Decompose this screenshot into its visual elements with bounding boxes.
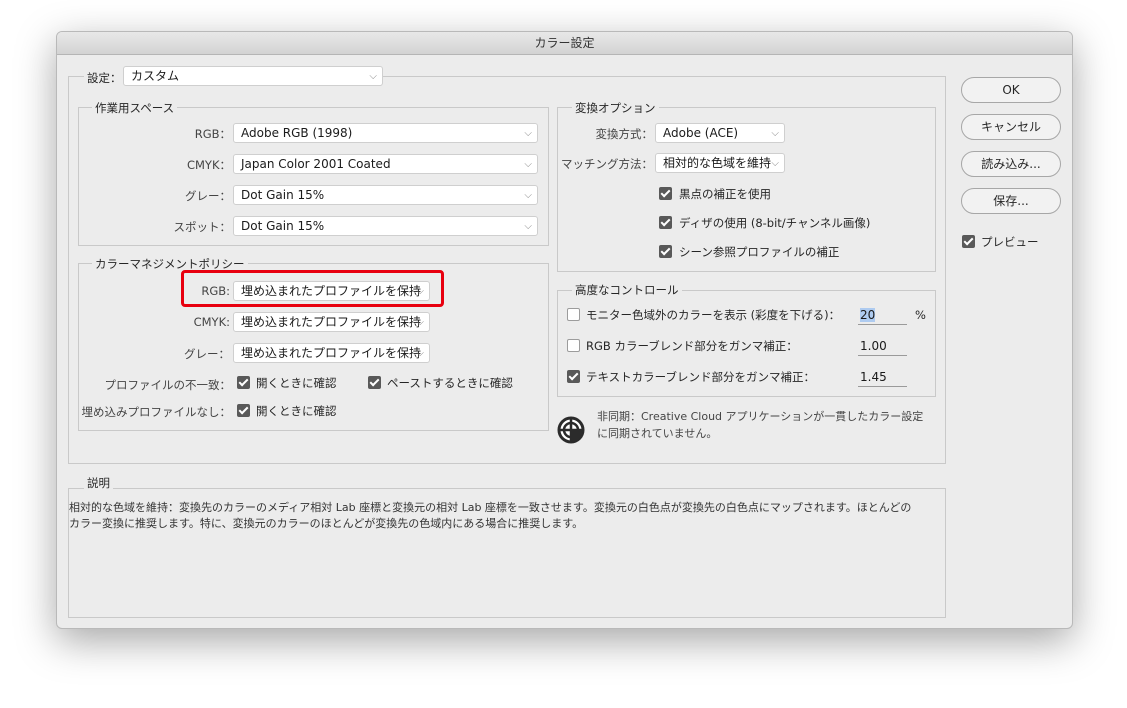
mismatch-paste-checkbox[interactable]	[368, 376, 381, 389]
window-title: カラー設定	[57, 32, 1072, 55]
missing-profile-label: 埋め込みプロファイルなし：	[81, 405, 232, 419]
missing-open-checkbox[interactable]	[237, 404, 250, 417]
mismatch-open-label: 開くときに確認	[256, 376, 337, 390]
rgb-blend-checkbox[interactable]	[567, 339, 580, 352]
scene-referred-label: シーン参照プロファイルの補正	[679, 245, 840, 259]
text-blend-label: テキストカラーブレンド部分をガンマ補正：	[586, 370, 815, 384]
working-rgb-value: Adobe RGB (1998)	[241, 126, 353, 140]
scene-referred-checkbox[interactable]	[659, 245, 672, 258]
policy-gray-value: 埋め込まれたプロファイルを保持	[241, 346, 422, 360]
highlight-annotation	[181, 270, 444, 307]
desaturate-checkbox[interactable]	[567, 308, 580, 321]
working-spot-value: Dot Gain 15%	[241, 219, 325, 233]
mismatch-open-checkbox[interactable]	[237, 376, 250, 389]
conversion-engine-label: 変換方式：	[595, 127, 654, 141]
chevron-down-icon: ⌵	[369, 71, 377, 82]
dither-label: ディザの使用 (8-bit/チャンネル画像)	[679, 216, 871, 230]
policy-gray-select[interactable]: 埋め込まれたプロファイルを保持 ⌵	[233, 343, 430, 363]
working-spot-select[interactable]: Dot Gain 15% ⌵	[233, 216, 538, 236]
text-blend-checkbox[interactable]	[567, 370, 580, 383]
load-button[interactable]: 読み込み...	[961, 151, 1061, 177]
policy-cmyk-label: CMYK:	[193, 315, 230, 329]
rgb-blend-input[interactable]: 1.00	[858, 337, 907, 356]
sync-status-line2: に同期されていません。	[597, 427, 718, 440]
description-line2: カラー変換に推奨します。特に、変換元のカラーのほとんどが変換先の色域内にある場合…	[69, 517, 584, 530]
settings-label: 設定：	[84, 70, 125, 86]
desaturate-input[interactable]: 20	[858, 306, 907, 325]
working-cmyk-value: Japan Color 2001 Coated	[241, 157, 391, 171]
sync-icon	[556, 415, 586, 445]
working-gray-value: Dot Gain 15%	[241, 188, 325, 202]
conversion-options-title: 変換オプション	[572, 100, 659, 116]
missing-open-label: 開くときに確認	[256, 404, 337, 418]
black-point-checkbox[interactable]	[659, 187, 672, 200]
text-blend-input[interactable]: 1.45	[858, 368, 907, 387]
conversion-engine-select[interactable]: Adobe (ACE) ⌵	[655, 123, 785, 143]
mismatch-paste-label: ペーストするときに確認	[387, 376, 513, 390]
desaturate-value: 20	[860, 308, 876, 322]
conversion-engine-value: Adobe (ACE)	[663, 126, 739, 140]
working-cmyk-label: CMYK：	[186, 158, 231, 172]
description-line1: 相対的な色域を維持：変換先のカラーのメディア相対 Lab 座標と変換元の相対 L…	[69, 501, 912, 514]
mismatch-label: プロファイルの不一致：	[104, 378, 232, 392]
save-button[interactable]: 保存...	[961, 188, 1061, 214]
chevron-down-icon: ⌵	[524, 221, 532, 232]
black-point-label: 黒点の補正を使用	[679, 187, 771, 201]
desaturate-label: モニター色域外のカラーを表示 (彩度を下げる)：	[586, 308, 841, 322]
settings-select[interactable]: カスタム ⌵	[123, 66, 383, 86]
color-settings-dialog: カラー設定 設定： カスタム ⌵ 作業用スペース RGB： Adobe RGB (…	[56, 31, 1073, 629]
conversion-intent-select[interactable]: 相対的な色域を維持 ⌵	[655, 153, 785, 173]
working-spot-label: スポット：	[173, 220, 232, 234]
conversion-intent-value: 相対的な色域を維持	[663, 156, 772, 170]
working-spaces-title: 作業用スペース	[92, 100, 178, 116]
rgb-blend-value: 1.00	[860, 339, 887, 353]
working-gray-select[interactable]: Dot Gain 15% ⌵	[233, 185, 538, 205]
sync-status-line1: 非同期：Creative Cloud アプリケーションが一貫したカラー設定	[597, 410, 924, 423]
description-title: 説明	[84, 475, 113, 491]
policy-gray-label: グレー：	[184, 347, 230, 361]
dither-checkbox[interactable]	[659, 216, 672, 229]
preview-checkbox[interactable]	[962, 235, 975, 248]
desaturate-unit: %	[915, 308, 926, 322]
chevron-down-icon: ⌵	[416, 317, 424, 328]
advanced-controls-title: 高度なコントロール	[572, 282, 682, 298]
settings-value: カスタム	[131, 69, 180, 83]
working-rgb-label: RGB：	[194, 127, 231, 141]
chevron-down-icon: ⌵	[524, 190, 532, 201]
working-gray-label: グレー：	[185, 189, 231, 203]
policy-cmyk-value: 埋め込まれたプロファイルを保持	[241, 315, 422, 329]
conversion-intent-label: マッチング方法：	[561, 157, 653, 171]
description-text: 相対的な色域を維持：変換先のカラーのメディア相対 Lab 座標と変換元の相対 L…	[69, 500, 934, 532]
chevron-down-icon: ⌵	[524, 159, 532, 170]
working-cmyk-select[interactable]: Japan Color 2001 Coated ⌵	[233, 154, 538, 174]
chevron-down-icon: ⌵	[771, 158, 779, 169]
chevron-down-icon: ⌵	[771, 128, 779, 139]
chevron-down-icon: ⌵	[416, 348, 424, 359]
preview-label: プレビュー	[981, 235, 1039, 249]
chevron-down-icon: ⌵	[524, 128, 532, 139]
ok-button[interactable]: OK	[961, 77, 1061, 103]
working-rgb-select[interactable]: Adobe RGB (1998) ⌵	[233, 123, 538, 143]
policy-cmyk-select[interactable]: 埋め込まれたプロファイルを保持 ⌵	[233, 312, 430, 332]
cancel-button[interactable]: キャンセル	[961, 114, 1061, 140]
rgb-blend-label: RGB カラーブレンド部分をガンマ補正：	[586, 339, 798, 353]
text-blend-value: 1.45	[860, 370, 887, 384]
